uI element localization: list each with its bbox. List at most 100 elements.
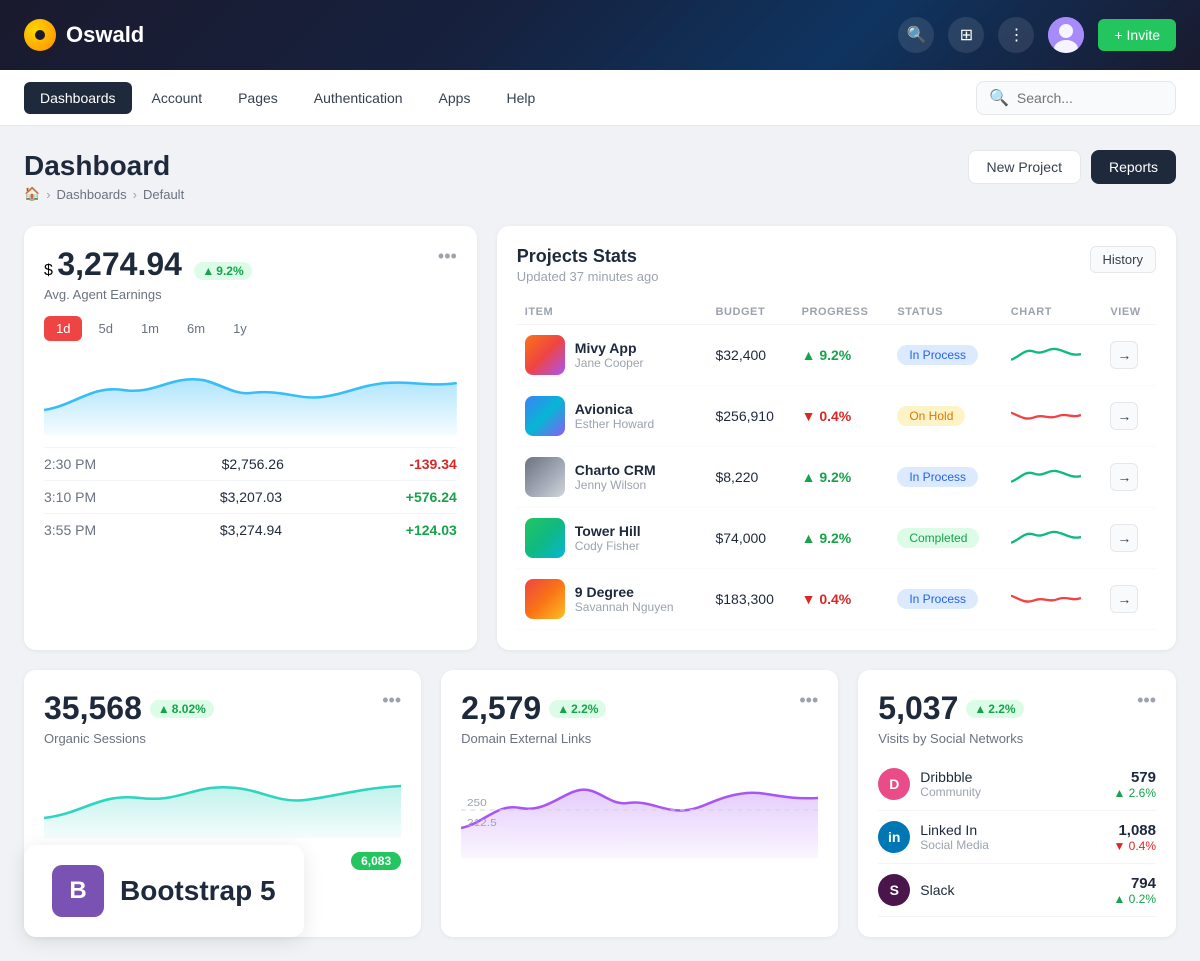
social-icon: S xyxy=(878,874,910,906)
view-arrow[interactable]: → xyxy=(1110,341,1138,369)
view-arrow[interactable]: → xyxy=(1110,402,1138,430)
menu-item-dashboards[interactable]: Dashboards xyxy=(24,82,132,114)
view-arrow[interactable]: → xyxy=(1110,524,1138,552)
earnings-amount: $ 3,274.94 ▲ 9.2% xyxy=(44,246,252,283)
status-badge: In Process xyxy=(897,467,978,487)
more-options-icon[interactable]: ••• xyxy=(438,246,457,267)
proj-view-cell[interactable]: → xyxy=(1102,569,1156,630)
sessions-more-icon[interactable]: ••• xyxy=(382,690,401,711)
social-info: Linked In Social Media xyxy=(920,822,989,852)
table-row: Charto CRM Jenny Wilson $8,220 ▲ 9.2% In… xyxy=(517,447,1156,508)
social-left: in Linked In Social Media xyxy=(878,821,989,853)
user-avatar[interactable] xyxy=(1048,17,1084,53)
sessions-card: 35,568 ▲ 8.02% Organic Sessions ••• xyxy=(24,670,421,937)
menu-item-apps[interactable]: Apps xyxy=(423,82,487,114)
col-item: ITEM xyxy=(517,300,708,325)
proj-status-cell: Completed xyxy=(889,508,1002,569)
projects-title: Projects Stats xyxy=(517,246,659,267)
social-count: 794 xyxy=(1113,875,1156,892)
proj-name: 9 Degree xyxy=(575,584,674,600)
social-type: Community xyxy=(920,785,981,799)
change-1: -139.34 xyxy=(409,456,456,472)
status-badge: Completed xyxy=(897,528,979,548)
social-icon: D xyxy=(878,768,910,800)
time-filter-1d[interactable]: 1d xyxy=(44,316,82,341)
col-budget: BUDGET xyxy=(707,300,793,325)
view-arrow[interactable]: → xyxy=(1110,585,1138,613)
projects-stats-card: Projects Stats Updated 37 minutes ago Hi… xyxy=(497,226,1176,650)
social-left: D Dribbble Community xyxy=(878,768,981,800)
bootstrap-text: Bootstrap 5 xyxy=(120,875,276,907)
social-stats: 579 ▲ 2.6% xyxy=(1113,769,1156,800)
proj-item-cell: Avionica Esther Howard xyxy=(517,386,708,447)
svg-text:250: 250 xyxy=(467,798,487,809)
proj-budget-cell: $183,300 xyxy=(707,569,793,630)
proj-view-cell[interactable]: → xyxy=(1102,508,1156,569)
time-filter-1m[interactable]: 1m xyxy=(129,316,171,341)
time-filter-6m[interactable]: 6m xyxy=(175,316,217,341)
table-row: Mivy App Jane Cooper $32,400 ▲ 9.2% In P… xyxy=(517,325,1156,386)
col-status: STATUS xyxy=(889,300,1002,325)
main-content: Dashboard 🏠 › Dashboards › Default New P… xyxy=(0,126,1200,961)
time-filters: 1d 5d 1m 6m 1y xyxy=(44,316,457,341)
proj-name: Tower Hill xyxy=(575,523,641,539)
projects-subtitle: Updated 37 minutes ago xyxy=(517,269,659,284)
social-more-icon[interactable]: ••• xyxy=(1137,690,1156,711)
proj-view-cell[interactable]: → xyxy=(1102,386,1156,447)
menu-item-authentication[interactable]: Authentication xyxy=(298,82,419,114)
earnings-card: $ 3,274.94 ▲ 9.2% Avg. Agent Earnings ••… xyxy=(24,226,477,650)
search-box: 🔍 xyxy=(976,81,1176,115)
proj-budget-cell: $8,220 xyxy=(707,447,793,508)
proj-person: Cody Fisher xyxy=(575,539,641,553)
menu-item-help[interactable]: Help xyxy=(490,82,551,114)
time-filter-5d[interactable]: 5d xyxy=(86,316,124,341)
menu-item-account[interactable]: Account xyxy=(136,82,219,114)
status-badge: In Process xyxy=(897,345,978,365)
search-input[interactable] xyxy=(1017,90,1163,106)
currency-symbol: $ xyxy=(44,262,53,279)
proj-name: Charto CRM xyxy=(575,462,656,478)
home-icon: 🏠 xyxy=(24,186,40,202)
breadcrumb-dashboards: Dashboards xyxy=(57,187,127,202)
breadcrumb-default: Default xyxy=(143,187,184,202)
nav-icon-3[interactable]: ⋮ xyxy=(998,17,1034,53)
val-2: $3,207.03 xyxy=(220,489,282,505)
time-filter-1y[interactable]: 1y xyxy=(221,316,259,341)
proj-person: Jane Cooper xyxy=(575,356,644,370)
sessions-label: Organic Sessions xyxy=(44,731,214,746)
proj-item-cell: Charto CRM Jenny Wilson xyxy=(517,447,708,508)
page-header-left: Dashboard 🏠 › Dashboards › Default xyxy=(24,150,184,202)
col-chart: CHART xyxy=(1003,300,1103,325)
links-label: Domain External Links xyxy=(461,731,606,746)
reports-button[interactable]: Reports xyxy=(1091,150,1176,184)
proj-view-cell[interactable]: → xyxy=(1102,325,1156,386)
topbar: Oswald 🔍 ⊞ ⋮ + Invite xyxy=(0,0,1200,70)
menu-item-pages[interactable]: Pages xyxy=(222,82,294,114)
history-button[interactable]: History xyxy=(1090,246,1156,273)
projects-table: ITEM BUDGET PROGRESS STATUS CHART VIEW M… xyxy=(517,300,1156,630)
new-project-button[interactable]: New Project xyxy=(968,150,1081,184)
bootstrap-letter: B xyxy=(69,877,86,905)
topbar-left: Oswald xyxy=(24,19,144,51)
social-label: Visits by Social Networks xyxy=(878,731,1023,746)
proj-person: Jenny Wilson xyxy=(575,478,656,492)
time-3: 3:55 PM xyxy=(44,522,96,538)
view-arrow[interactable]: → xyxy=(1110,463,1138,491)
topbar-right: 🔍 ⊞ ⋮ + Invite xyxy=(898,17,1176,53)
invite-button[interactable]: + Invite xyxy=(1098,19,1176,51)
table-row: Tower Hill Cody Fisher $74,000 ▲ 9.2% Co… xyxy=(517,508,1156,569)
proj-budget-cell: $256,910 xyxy=(707,386,793,447)
proj-view-cell[interactable]: → xyxy=(1102,447,1156,508)
links-more-icon[interactable]: ••• xyxy=(799,690,818,711)
proj-person: Savannah Nguyen xyxy=(575,600,674,614)
nav-icon-2[interactable]: ⊞ xyxy=(948,17,984,53)
proj-progress-cell: ▲ 9.2% xyxy=(794,508,890,569)
status-badge: On Hold xyxy=(897,406,965,426)
change-2: +576.24 xyxy=(406,489,457,505)
social-name: Slack xyxy=(920,882,954,898)
nav-icon-1[interactable]: 🔍 xyxy=(898,17,934,53)
proj-name: Mivy App xyxy=(575,340,644,356)
social-row: D Dribbble Community 579 ▲ 2.6% xyxy=(878,758,1156,811)
social-type: Social Media xyxy=(920,838,989,852)
social-name: Dribbble xyxy=(920,769,981,785)
